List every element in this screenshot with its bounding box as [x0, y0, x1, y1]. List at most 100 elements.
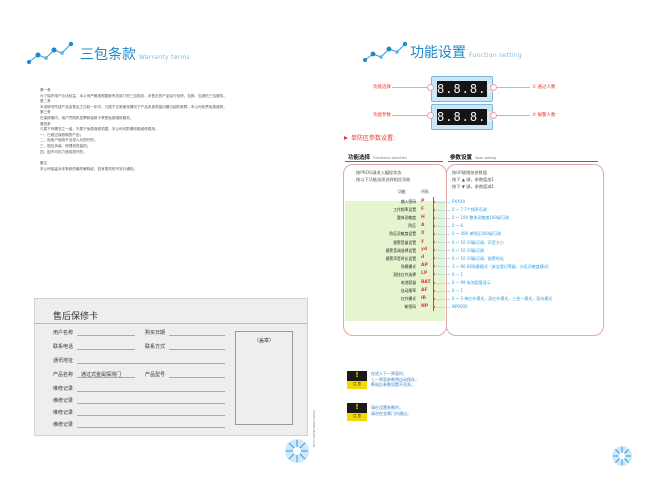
row-code: IR: [421, 295, 427, 301]
row-code: P: [421, 198, 425, 204]
field-repair-record: 维修记录: [53, 422, 74, 428]
field-repair-record: 维修记录: [53, 386, 74, 392]
function-title-cn: 功能设置: [410, 45, 466, 61]
col-divider: [345, 161, 443, 162]
field-user-name: 用户名称: [53, 330, 74, 336]
connector-line: [492, 87, 530, 88]
molecule-icon: [27, 41, 74, 64]
row-code: y: [421, 239, 424, 244]
row-description: NP0000: [452, 304, 468, 310]
display-panel-bottom: 8.8.8.8.: [431, 104, 502, 130]
col-divider: [448, 161, 598, 162]
instruction-text: 按以下功能选项选择相应功能: [356, 177, 411, 182]
row-connector-dot: [432, 200, 435, 203]
connector-dot: [427, 84, 434, 91]
row-function: 报警声音时长设置: [385, 255, 416, 261]
field-product-name: 产品名称: [53, 372, 74, 378]
warranty-terms: 第一条 为了保护用户合法权益，本公司严格按照国家有关部门的三包规定，对售出的产品…: [40, 88, 302, 172]
row-leader-line: [436, 225, 450, 227]
row-function: 电池容量: [400, 280, 416, 285]
row-connector-dot: [432, 208, 435, 211]
row-description: 0 ~ 10 10级可调，报警时长: [452, 255, 504, 261]
row-code: AF: [421, 287, 428, 293]
warranty-page: 三包条款 Warranty terms 第一条 为了保护用户合法权益，本公司严格按…: [0, 0, 325, 478]
sunburst-icon: [285, 439, 309, 463]
label-alarm-count: ② 报警人数: [532, 113, 556, 118]
row-leader-line: [436, 306, 450, 308]
stamp-box: （盖章）: [235, 331, 293, 425]
row-function: 输入密码: [400, 199, 416, 204]
row-connector-dot: [432, 224, 435, 227]
row-leader-line: [436, 217, 450, 219]
field-product-model: 产品型号: [145, 372, 166, 378]
row-description: 0 ~ 1: [452, 271, 463, 277]
row-code: LP: [421, 271, 428, 277]
col-function-select: 功能选择 Functional selection: [348, 153, 407, 161]
row-code: BAT: [421, 279, 431, 285]
connector-dot: [490, 84, 497, 91]
label-function-param: 功能参数: [373, 113, 391, 118]
instruction-text: 按下 ▼ 键，参数值减1: [452, 184, 495, 189]
function-title-en: Function setting: [469, 52, 523, 59]
warranty-card: 售后保修卡 用户名称 购买日期 联系电话 联系方式 通讯地址 产品名称 通过式金…: [34, 298, 308, 436]
row-connector-dot: [432, 216, 435, 219]
section-title: 单防区参数设置:: [344, 133, 395, 142]
row-description: 0 ~ 10 10级可调: [452, 247, 484, 253]
terms-paragraph: 四、因不可抗力造成损坏的。: [40, 149, 87, 154]
field-phone: 联系电话: [53, 344, 74, 350]
warning-line: 断电后参数设置不丢失。: [371, 382, 415, 388]
warning-badge: 注 意: [347, 371, 367, 389]
row-description: PXXXX: [452, 199, 466, 204]
field-repair-record: 维修记录: [53, 410, 74, 416]
field-purchase-date: 购买日期: [145, 330, 166, 336]
field-address: 通讯地址: [53, 358, 74, 364]
row-leader-line: [436, 282, 450, 284]
instruction-text: 按PROG键进入编程状态: [356, 170, 402, 175]
warning-icon: [347, 403, 367, 413]
field-line: [77, 377, 135, 378]
row-connector-dot: [432, 281, 435, 284]
sunburst-icon: [612, 446, 632, 466]
row-code: H: [421, 214, 425, 220]
row-leader-line: [436, 209, 450, 211]
row-connector-dot: [432, 289, 435, 292]
terms-paragraph: 本公司保留对本条款的最终解释权，如有更改恕不另行通知。: [40, 166, 138, 171]
row-description: 0 ~ 6: [452, 223, 463, 229]
row-function: 自动报率: [400, 288, 416, 294]
row-function: 防区: [408, 223, 416, 229]
row-code: A: [421, 222, 425, 228]
row-code: yd: [421, 247, 428, 253]
warning-badge-label: 注 意: [352, 382, 362, 386]
field-line: [77, 391, 225, 392]
field-line: [77, 415, 225, 416]
row-description: 0 ~ 99 电池容量显示: [452, 280, 491, 285]
row-description: 0 ~ 10 10级可调，声音大小: [452, 239, 504, 245]
row-description: 0 ~ 3 单红外模式，双红外模式，三合一模式，双向模式: [452, 296, 553, 302]
stamp-label: （盖章）: [253, 338, 274, 344]
field-line: [169, 335, 225, 336]
row-leader-line: [436, 250, 450, 252]
field-line: [77, 349, 135, 350]
row-connector-dot: [432, 297, 435, 300]
row-leader-line: [436, 266, 450, 268]
col-spec-setting: 参数设置 Spec setting: [450, 153, 496, 161]
field-line: [77, 427, 225, 428]
label-pass-count: ① 通过人数: [532, 85, 556, 90]
row-code: X: [421, 230, 425, 236]
field-line: [169, 349, 225, 350]
row-description: 0 ~ 7 7个频率可调: [452, 207, 487, 213]
table-head-code: 代码: [421, 189, 429, 194]
row-connector-dot: [432, 232, 435, 235]
row-leader-line: [436, 298, 450, 300]
field-repair-record: 维修记录: [53, 398, 74, 404]
field-line: [169, 377, 225, 378]
label-function-select: 功能选择: [373, 85, 391, 90]
row-leader-line: [436, 233, 450, 235]
row-code: F: [421, 206, 425, 212]
col2-sub: Spec setting: [475, 156, 497, 160]
row-connector-dot: [432, 241, 435, 243]
row-description: 0 ~ 400 单防区400级可调: [452, 231, 501, 237]
col1-sub: Functional selection: [373, 156, 407, 160]
table-head-func: 功能: [398, 189, 406, 194]
code-connector-line: [433, 197, 434, 311]
